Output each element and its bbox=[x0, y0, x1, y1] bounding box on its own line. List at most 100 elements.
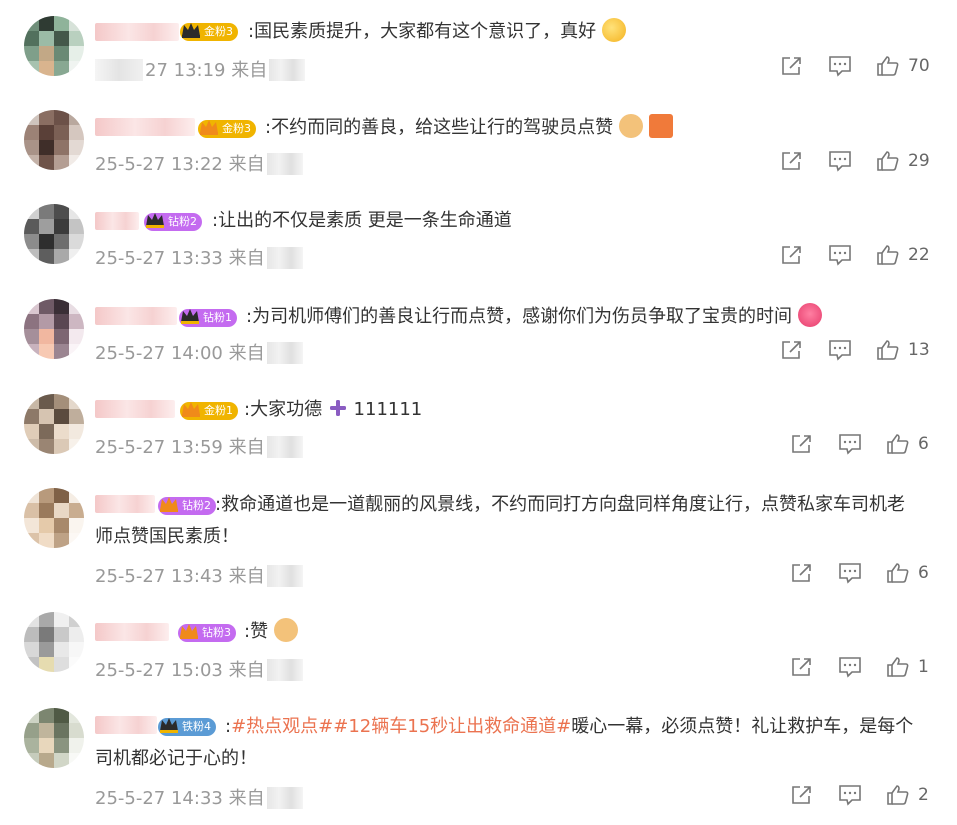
blurred-location bbox=[266, 436, 303, 458]
comment-icon bbox=[829, 56, 851, 77]
comment-icon bbox=[839, 657, 861, 678]
thumbs-up-icon bbox=[887, 785, 909, 805]
fan-badge: 金粉3 bbox=[180, 23, 238, 41]
comment-meta: 27 13:19 来自 bbox=[95, 56, 306, 82]
like-button[interactable]: 22 bbox=[876, 244, 930, 266]
like-button[interactable]: 2 bbox=[886, 784, 929, 806]
fan-badge: 钻粉2 bbox=[144, 213, 202, 231]
avatar[interactable] bbox=[24, 16, 84, 76]
blurred-location bbox=[266, 565, 303, 587]
share-icon bbox=[792, 435, 811, 453]
reply-button[interactable] bbox=[838, 656, 862, 678]
comment-text: :让出的不仅是素质 更是一条生命通道 bbox=[212, 210, 512, 231]
like-count: 22 bbox=[908, 245, 930, 265]
thumbs-up-icon bbox=[887, 657, 909, 677]
like-button[interactable]: 29 bbox=[876, 150, 930, 172]
reply-button[interactable] bbox=[838, 562, 862, 584]
username[interactable] bbox=[95, 212, 139, 230]
username[interactable] bbox=[95, 623, 169, 641]
avatar[interactable] bbox=[24, 204, 84, 264]
thumbs-up-emoji-icon bbox=[618, 114, 643, 138]
comment-actions: 22 bbox=[780, 242, 930, 268]
like-count: 29 bbox=[908, 151, 930, 171]
comment-meta: 25-5-27 13:43 来自 bbox=[95, 562, 303, 588]
share-icon bbox=[792, 786, 811, 804]
thumbs-up-icon bbox=[887, 563, 909, 583]
avatar[interactable] bbox=[24, 394, 84, 454]
share-button[interactable] bbox=[790, 784, 814, 806]
thumbs-up-icon bbox=[877, 245, 899, 265]
like-button[interactable]: 6 bbox=[886, 433, 929, 455]
share-button[interactable] bbox=[780, 55, 804, 77]
blurred-location bbox=[266, 247, 303, 269]
crown-icon bbox=[181, 309, 199, 324]
share-icon bbox=[782, 246, 801, 264]
share-icon bbox=[792, 564, 811, 582]
comment-text: :国民素质提升，大家都有这个意识了，真好 bbox=[248, 16, 923, 48]
share-button[interactable] bbox=[780, 150, 804, 172]
hashtag-link[interactable]: #12辆车15秒让出救命通道# bbox=[333, 716, 571, 737]
like-button[interactable]: 6 bbox=[886, 562, 929, 584]
like-button[interactable]: 13 bbox=[876, 339, 930, 361]
comment-actions: 2 bbox=[790, 782, 929, 808]
share-button[interactable] bbox=[790, 562, 814, 584]
comment-meta: 25-5-27 13:59 来自 bbox=[95, 433, 303, 459]
comment-icon bbox=[839, 785, 861, 806]
thumbs-up-icon bbox=[887, 434, 909, 454]
comment-icon bbox=[829, 151, 851, 172]
username[interactable] bbox=[95, 400, 175, 418]
reply-button[interactable] bbox=[828, 339, 852, 361]
like-button[interactable]: 70 bbox=[876, 55, 930, 77]
comment-meta: 25-5-27 15:03 来自 bbox=[95, 656, 303, 682]
reply-button[interactable] bbox=[828, 150, 852, 172]
thumbs-up-icon bbox=[877, 56, 899, 76]
heart-emoji-icon bbox=[797, 303, 822, 327]
reply-button[interactable] bbox=[828, 244, 852, 266]
username[interactable] bbox=[95, 23, 179, 41]
avatar[interactable] bbox=[24, 299, 84, 359]
like-button[interactable]: 1 bbox=[886, 656, 929, 678]
zan-emoji-icon bbox=[648, 114, 673, 138]
plus-emoji-icon bbox=[329, 400, 346, 416]
share-button[interactable] bbox=[790, 656, 814, 678]
fan-badge: 钻粉3 bbox=[178, 624, 236, 642]
reply-button[interactable] bbox=[838, 784, 862, 806]
comment-actions: 29 bbox=[780, 148, 930, 174]
avatar[interactable] bbox=[24, 110, 84, 170]
thumbs-up-icon bbox=[877, 151, 899, 171]
username[interactable] bbox=[95, 307, 177, 325]
share-icon bbox=[782, 57, 801, 75]
blurred-location bbox=[266, 787, 303, 809]
comment-actions: 13 bbox=[780, 337, 930, 363]
comment-icon bbox=[829, 340, 851, 361]
comment-text: :不约而同的善良，给这些让行的驾驶员点赞 bbox=[265, 112, 923, 144]
comment-actions: 1 bbox=[790, 654, 929, 680]
like-count: 1 bbox=[918, 657, 929, 677]
thumbs-up-icon bbox=[877, 340, 899, 360]
share-button[interactable] bbox=[790, 433, 814, 455]
hashtag-link[interactable]: #热点观点# bbox=[231, 716, 333, 737]
like-count: 70 bbox=[908, 56, 930, 76]
comment-meta: 25-5-27 13:33 来自 bbox=[95, 244, 303, 270]
crown-icon bbox=[182, 23, 200, 38]
share-button[interactable] bbox=[780, 244, 804, 266]
comment-icon bbox=[829, 245, 851, 266]
reply-button[interactable] bbox=[838, 433, 862, 455]
blurred-location bbox=[266, 342, 303, 364]
like-count: 13 bbox=[908, 340, 930, 360]
blurred-location bbox=[266, 659, 303, 681]
comment-text: :大家功德 111111 bbox=[244, 399, 423, 420]
blurred-date bbox=[95, 59, 143, 81]
avatar[interactable] bbox=[24, 708, 84, 768]
reply-button[interactable] bbox=[828, 55, 852, 77]
comment-icon bbox=[839, 563, 861, 584]
emoji-666-icon bbox=[601, 18, 626, 42]
like-count: 6 bbox=[918, 563, 929, 583]
comment-meta: 25-5-27 13:22 来自 bbox=[95, 150, 303, 176]
avatar[interactable] bbox=[24, 612, 84, 672]
username[interactable] bbox=[95, 118, 195, 136]
avatar[interactable] bbox=[24, 488, 84, 548]
share-button[interactable] bbox=[780, 339, 804, 361]
fan-badge: 金粉1 bbox=[180, 402, 238, 420]
fan-badge: 钻粉1 bbox=[179, 309, 237, 327]
